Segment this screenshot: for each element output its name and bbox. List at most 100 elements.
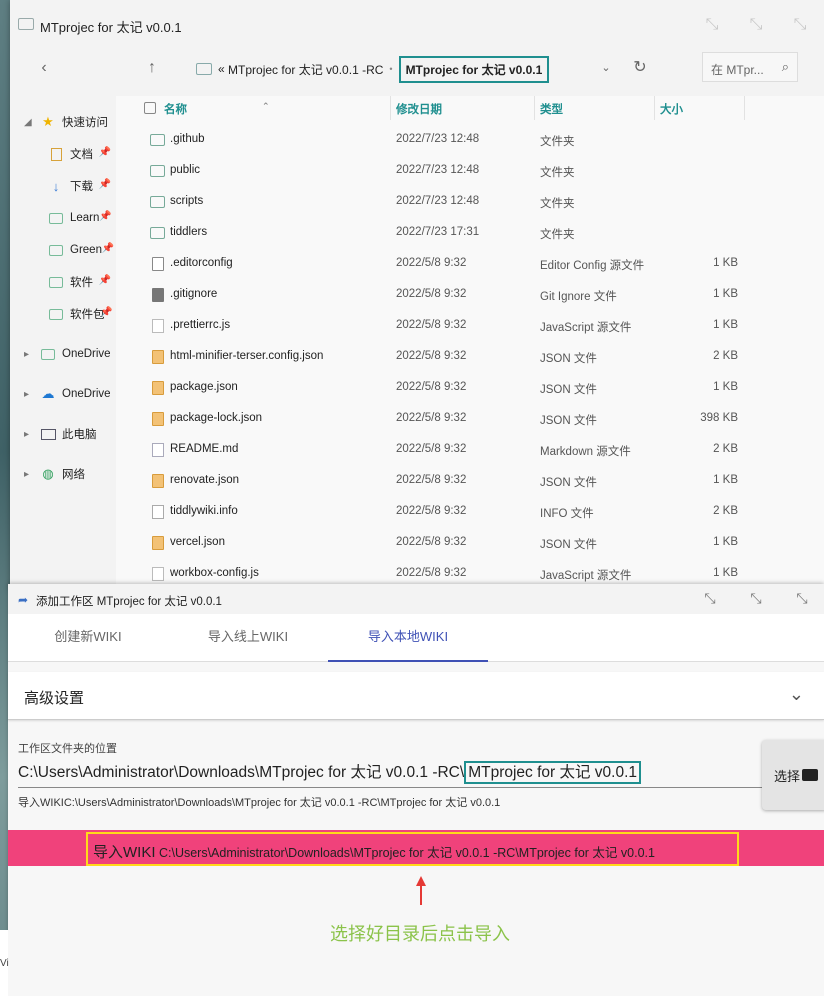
breadcrumb[interactable]: « MTprojec for 太记 v0.0.1 -RC • MTprojec … <box>196 55 550 83</box>
search-input[interactable]: 在 MTpr... ⌕ <box>702 52 798 82</box>
file-row[interactable]: .editorconfig 2022/5/8 9:32 Editor Config … <box>116 249 824 280</box>
refresh-icon[interactable]: ↻ <box>628 56 652 80</box>
folder-location-label: 工作区文件夹的位置 <box>18 743 117 755</box>
file-size: 1 KB <box>713 536 738 548</box>
file-row[interactable]: tiddlywiki.info 2022/5/8 9:32 INFO 文件 2 KB <box>116 497 824 528</box>
tab-import-online-wiki[interactable]: 导入线上WIKI <box>178 614 318 662</box>
minimize-icon[interactable]: ⤡ <box>700 14 724 36</box>
file-row[interactable]: .github 2022/7/23 12:48 文件夹 <box>116 125 824 156</box>
pin-icon[interactable]: 📌 <box>102 243 114 254</box>
file-git-icon <box>152 288 164 302</box>
file-row[interactable]: README.md 2022/5/8 9:32 Markdown 源文件 2 KB <box>116 435 824 466</box>
close-icon[interactable]: ⤡ <box>792 590 812 607</box>
caret-down-icon[interactable]: ◢ <box>24 117 32 128</box>
tab-import-local-wiki[interactable]: 导入本地WIKI <box>328 614 488 662</box>
sort-arrow-icon: ⌃ <box>262 101 270 111</box>
file-row[interactable]: public 2022/7/23 12:48 文件夹 <box>116 156 824 187</box>
advanced-settings-accordion[interactable]: 高级设置 ⌄ <box>8 672 824 720</box>
sidebar-item-software[interactable]: 软件 📌 <box>48 271 111 293</box>
file-size: 1 KB <box>713 257 738 269</box>
file-row[interactable]: renovate.json 2022/5/8 9:32 JSON 文件 1 KB <box>116 466 824 497</box>
file-name: .gitignore <box>170 288 218 300</box>
file-date: 2022/7/23 12:48 <box>396 164 480 176</box>
file-name: .prettierrc.js <box>170 319 231 331</box>
navigation-pane: ◢ ★ 快速访问 文档 📌 ↓ 下载 📌 Learn 📌 Green 📌 软件 <box>10 96 116 590</box>
file-name: html-minifier-terser.config.json <box>170 350 324 362</box>
pin-icon[interactable]: 📌 <box>100 307 112 318</box>
input-underline <box>18 787 762 788</box>
folder-path-prefix: C:\Users\Administrator\Downloads\MTproje… <box>18 764 465 781</box>
import-path: C:\Users\Administrator\Downloads\MTproje… <box>155 846 655 860</box>
pin-icon[interactable]: 📌 <box>99 147 111 158</box>
up-arrow-icon[interactable]: ↑ <box>140 56 164 80</box>
file-row[interactable]: scripts 2022/7/23 12:48 文件夹 <box>116 187 824 218</box>
chevron-down-icon[interactable]: ⌄ <box>594 56 618 80</box>
sidebar-item-onedrive-folder[interactable]: ▸ OneDrive <box>24 343 111 365</box>
tab-create-new-wiki[interactable]: 创建新WIKI <box>18 614 158 662</box>
file-size: 1 KB <box>713 381 738 393</box>
file-json-icon <box>152 381 164 395</box>
sidebar-item-learn[interactable]: Learn 📌 <box>48 207 111 229</box>
folder-icon <box>48 243 64 257</box>
column-divider[interactable] <box>654 96 655 120</box>
sidebar-item-label: 软件 <box>70 277 93 289</box>
file-row[interactable]: tiddlers 2022/7/23 17:31 文件夹 <box>116 218 824 249</box>
sidebar-item-downloads[interactable]: ↓ 下载 📌 <box>48 175 111 197</box>
annotation-text: 选择好目录后点击导入 <box>330 924 510 944</box>
sidebar-item-documents[interactable]: 文档 📌 <box>48 143 111 165</box>
file-type: 文件夹 <box>540 229 575 241</box>
column-divider[interactable] <box>744 96 745 120</box>
column-date[interactable]: 修改日期 <box>396 101 442 117</box>
column-size[interactable]: 大小 <box>660 101 683 117</box>
caret-right-icon[interactable]: ▸ <box>24 389 29 400</box>
sidebar-item-software-packages[interactable]: 软件包 📌 <box>48 303 113 325</box>
folder-location-input[interactable]: C:\Users\Administrator\Downloads\MTproje… <box>18 760 642 784</box>
breadcrumb-parent[interactable]: MTprojec for 太记 v0.0.1 -RC <box>228 61 383 78</box>
caret-right-icon[interactable]: ▸ <box>24 349 29 360</box>
file-type: Git Ignore 文件 <box>540 291 617 303</box>
sidebar-item-quick-access[interactable]: ◢ ★ 快速访问 <box>24 111 108 133</box>
choose-folder-button[interactable]: 选择 <box>762 740 824 810</box>
minimize-icon[interactable]: ⤡ <box>700 590 720 607</box>
file-row[interactable]: package-lock.json 2022/5/8 9:32 JSON 文件 398… <box>116 404 824 435</box>
file-name: README.md <box>170 443 239 455</box>
sidebar-item-green[interactable]: Green 📌 <box>48 239 114 261</box>
column-type[interactable]: 类型 <box>540 101 563 117</box>
file-type: JSON 文件 <box>540 477 597 489</box>
breadcrumb-overflow[interactable]: « <box>218 62 225 76</box>
import-label: 导入WIKI <box>93 844 156 861</box>
file-name: workbox-config.js <box>170 567 259 579</box>
caret-right-icon[interactable]: ▸ <box>24 469 29 480</box>
select-all-checkbox[interactable] <box>144 102 156 114</box>
back-icon[interactable]: ‹ <box>32 56 56 80</box>
close-icon[interactable]: ⤡ <box>788 14 812 36</box>
app-icon: ➦ <box>18 593 29 607</box>
sidebar-item-label: 网络 <box>62 469 85 481</box>
folder-icon <box>196 63 212 75</box>
pin-icon[interactable]: 📌 <box>99 275 111 286</box>
file-row[interactable]: html-minifier-terser.config.json 2022/5/8… <box>116 342 824 373</box>
file-type: Markdown 源文件 <box>540 446 631 458</box>
pin-icon[interactable]: 📌 <box>99 211 111 222</box>
caret-right-icon[interactable]: ▸ <box>24 429 29 440</box>
maximize-icon[interactable]: ⤡ <box>744 14 768 36</box>
column-divider[interactable] <box>390 96 391 120</box>
file-row[interactable]: package.json 2022/5/8 9:32 JSON 文件 1 KB <box>116 373 824 404</box>
sidebar-item-onedrive[interactable]: ▸ ☁ OneDrive <box>24 383 111 405</box>
breadcrumb-current[interactable]: MTprojec for 太记 v0.0.1 <box>398 55 550 83</box>
chevron-down-icon[interactable]: ⌄ <box>789 684 804 705</box>
file-row[interactable]: .prettierrc.js 2022/5/8 9:32 JavaScript 源文… <box>116 311 824 342</box>
column-name[interactable]: 名称 <box>164 101 187 117</box>
maximize-icon[interactable]: ⤡ <box>746 590 766 607</box>
file-row[interactable]: .gitignore 2022/5/8 9:32 Git Ignore 文件 1 KB <box>116 280 824 311</box>
file-type: 文件夹 <box>540 136 575 148</box>
import-wiki-button[interactable]: 导入WIKI C:\Users\Administrator\Downloads\… <box>8 830 824 866</box>
sidebar-item-this-pc[interactable]: ▸ 此电脑 <box>24 423 97 445</box>
folder-icon <box>48 275 64 289</box>
column-divider[interactable] <box>534 96 535 120</box>
sidebar-item-network[interactable]: ▸ ◍ 网络 <box>24 463 85 485</box>
file-type: INFO 文件 <box>540 508 594 520</box>
pin-icon[interactable]: 📌 <box>99 179 111 190</box>
search-icon: ⌕ <box>781 59 789 74</box>
file-row[interactable]: vercel.json 2022/5/8 9:32 JSON 文件 1 KB <box>116 528 824 559</box>
